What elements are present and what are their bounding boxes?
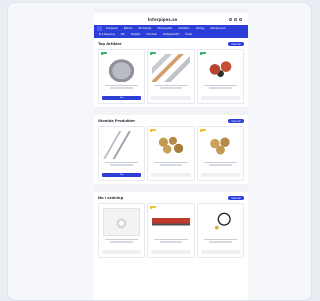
product-subtitle xyxy=(208,87,232,89)
product-image[interactable] xyxy=(103,208,141,236)
show-more-button[interactable]: Visa mer xyxy=(228,119,244,123)
prev-arrow-icon[interactable]: ‹ xyxy=(223,119,224,123)
header-icons xyxy=(229,17,242,21)
product-image[interactable] xyxy=(201,208,239,236)
product-section: Top Artiklar ‹ › Visa mer Köp xyxy=(94,38,248,107)
product-subtitle xyxy=(159,241,183,243)
product-button[interactable]: Köp xyxy=(102,173,142,177)
product-image[interactable] xyxy=(201,131,239,159)
product-button[interactable] xyxy=(151,173,191,177)
home-icon[interactable] xyxy=(97,26,102,31)
nav-item[interactable]: Badrum xyxy=(122,26,135,31)
product-card[interactable] xyxy=(147,203,195,258)
product-subtitle xyxy=(110,164,134,166)
product-name[interactable] xyxy=(154,162,188,164)
section-title: Utvalda Produkter xyxy=(98,119,136,123)
section-controls: ‹ › Visa mer xyxy=(223,119,244,123)
next-arrow-icon[interactable]: › xyxy=(226,196,227,200)
product-section: Nu i ordning ‹ › Visa mer xyxy=(94,192,248,261)
product-button[interactable]: Köp xyxy=(102,96,142,100)
product-name[interactable] xyxy=(203,162,237,164)
product-card[interactable] xyxy=(196,203,244,258)
nav-item[interactable]: Fastighetsvård xyxy=(161,32,181,37)
product-section: Utvalda Produkter ‹ › Visa mer Köp xyxy=(94,115,248,184)
product-button[interactable] xyxy=(151,250,191,254)
nav-item[interactable]: Värmesystem xyxy=(155,26,174,31)
nav-item[interactable]: Rörmaterial xyxy=(137,26,154,31)
nav-item[interactable]: Övrigt xyxy=(183,32,194,37)
screenshot-frame: Interpipes.se Kampanjer Badrum Rörmaterial… xyxy=(7,2,312,301)
product-image[interactable] xyxy=(103,131,141,159)
product-subtitle xyxy=(110,241,134,243)
product-button[interactable] xyxy=(200,96,240,100)
site-logo[interactable]: Interpipes.se xyxy=(100,17,225,22)
nav-item[interactable]: Kök xyxy=(119,32,127,37)
product-image[interactable] xyxy=(152,131,190,159)
cart-icon[interactable] xyxy=(239,17,242,21)
nav-item[interactable]: Verktyg xyxy=(194,26,206,31)
product-image[interactable] xyxy=(201,54,239,82)
product-name[interactable] xyxy=(105,162,139,164)
product-button[interactable] xyxy=(200,250,240,254)
show-more-button[interactable]: Visa mer xyxy=(228,196,244,200)
section-header: Nu i ordning ‹ › Visa mer xyxy=(98,196,244,200)
section-controls: ‹ › Visa mer xyxy=(223,196,244,200)
next-arrow-icon[interactable]: › xyxy=(226,119,227,123)
nav-item[interactable]: Kampanjer xyxy=(104,26,120,31)
section-controls: ‹ › Visa mer xyxy=(223,42,244,46)
product-subtitle xyxy=(159,164,183,166)
product-name[interactable] xyxy=(154,85,188,87)
product-card[interactable]: Köp xyxy=(98,49,146,104)
product-subtitle xyxy=(208,241,232,243)
product-button[interactable] xyxy=(102,250,142,254)
section-divider xyxy=(94,107,248,115)
section-title: Top Artiklar xyxy=(98,42,122,46)
product-name[interactable] xyxy=(203,239,237,241)
product-card[interactable] xyxy=(147,126,195,181)
product-button[interactable] xyxy=(200,173,240,177)
prev-arrow-icon[interactable]: ‹ xyxy=(223,42,224,46)
product-button[interactable] xyxy=(151,96,191,100)
product-card[interactable] xyxy=(147,49,195,104)
webshop-page: Interpipes.se Kampanjer Badrum Rörmaterial… xyxy=(94,9,248,300)
section-header: Top Artiklar ‹ › Visa mer xyxy=(98,42,244,46)
product-card[interactable] xyxy=(196,49,244,104)
product-name[interactable] xyxy=(154,239,188,241)
user-icon[interactable] xyxy=(234,17,237,21)
product-grid: Köp xyxy=(98,126,244,181)
nav-item[interactable]: VVS-delar xyxy=(144,32,159,37)
prev-arrow-icon[interactable]: ‹ xyxy=(223,196,224,200)
product-image[interactable] xyxy=(103,54,141,82)
product-image[interactable] xyxy=(152,208,190,236)
section-divider xyxy=(94,184,248,192)
product-name[interactable] xyxy=(203,85,237,87)
product-image[interactable] xyxy=(152,54,190,82)
main-nav: Kampanjer Badrum Rörmaterial Värmesystem Ven… xyxy=(94,25,248,38)
show-more-button[interactable]: Visa mer xyxy=(228,42,244,46)
product-subtitle xyxy=(110,87,134,89)
product-grid xyxy=(98,203,244,258)
nav-item[interactable]: Ventilation xyxy=(176,26,192,31)
product-card[interactable]: Köp xyxy=(98,126,146,181)
product-sections: Top Artiklar ‹ › Visa mer Köp Utvalda Produkt… xyxy=(94,38,248,261)
product-grid: Köp xyxy=(98,49,244,104)
product-subtitle xyxy=(159,87,183,89)
product-card[interactable] xyxy=(196,126,244,181)
nav-item[interactable]: Värmepumpar xyxy=(208,26,228,31)
product-name[interactable] xyxy=(105,239,139,241)
next-arrow-icon[interactable]: › xyxy=(226,42,227,46)
section-title: Nu i ordning xyxy=(98,196,124,200)
nav-item[interactable]: El & Belysning xyxy=(97,32,117,37)
nav-item[interactable]: Trädgård xyxy=(129,32,143,37)
product-subtitle xyxy=(208,164,232,166)
product-card[interactable] xyxy=(98,203,146,258)
section-header: Utvalda Produkter ‹ › Visa mer xyxy=(98,119,244,123)
product-name[interactable] xyxy=(105,85,139,87)
site-header: Interpipes.se xyxy=(94,13,248,25)
search-icon[interactable] xyxy=(229,17,232,21)
